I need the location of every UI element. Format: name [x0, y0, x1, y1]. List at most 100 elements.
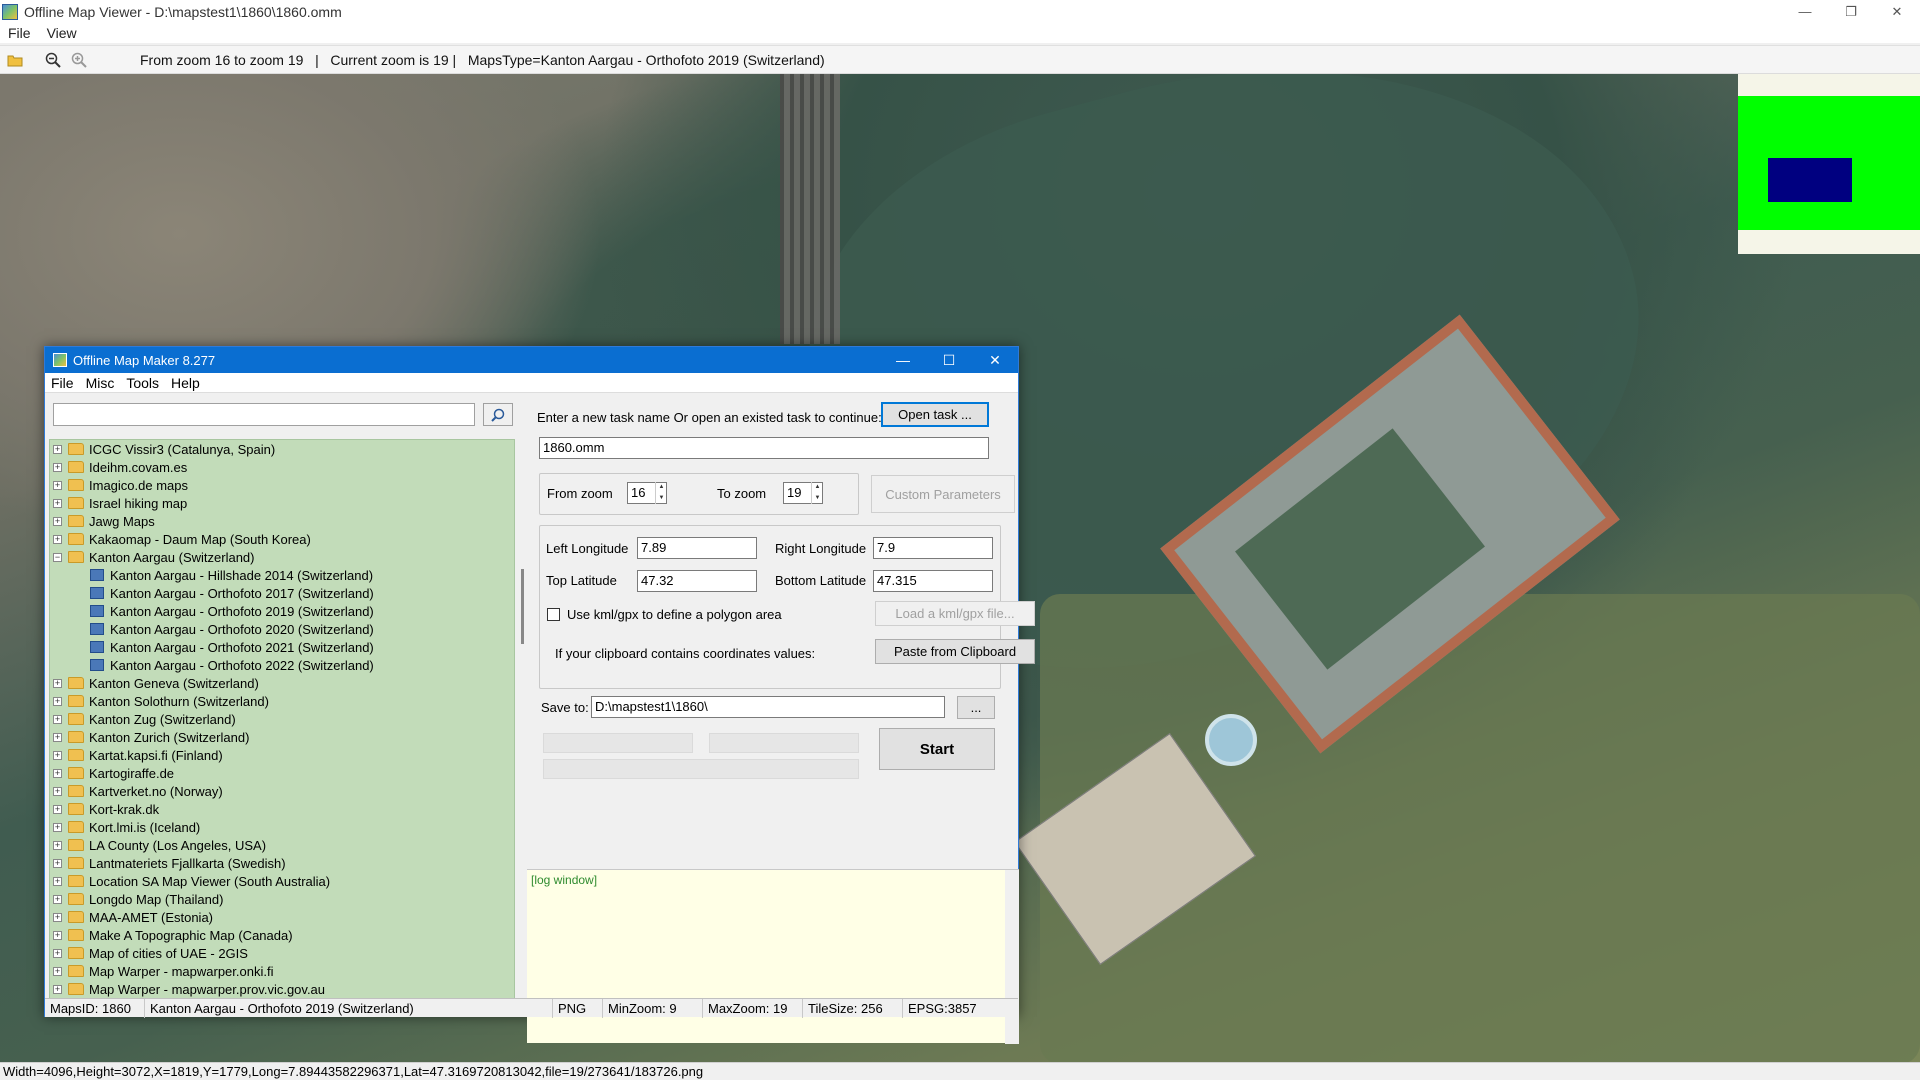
tree-item[interactable]: + Lantmateriets Fjallkarta (Swedish)	[50, 854, 514, 872]
tree-item[interactable]: + Imagico.de maps	[50, 476, 514, 494]
expand-icon[interactable]: +	[53, 858, 62, 868]
tree-item[interactable]: Kanton Aargau - Hillshade 2014 (Switzerl…	[50, 566, 514, 584]
tree-item[interactable]: + Kanton Solothurn (Switzerland)	[50, 692, 514, 710]
restore-icon[interactable]: ❐	[1828, 0, 1874, 23]
expand-icon[interactable]: +	[53, 840, 62, 850]
expand-icon[interactable]: +	[53, 534, 62, 544]
tree-item[interactable]: + MAA-AMET (Estonia)	[50, 908, 514, 926]
dialog-titlebar[interactable]: Offline Map Maker 8.277 — ☐ ✕	[45, 347, 1018, 373]
minimap[interactable]	[1738, 74, 1920, 254]
expand-icon[interactable]: +	[53, 930, 62, 940]
tree-item[interactable]: + ICGC Vissir3 (Catalunya, Spain)	[50, 440, 514, 458]
custom-parameters-button[interactable]: Custom Parameters	[871, 475, 1015, 513]
expand-icon[interactable]: +	[53, 768, 62, 778]
expand-icon[interactable]: +	[53, 444, 62, 454]
expand-icon[interactable]: +	[53, 516, 62, 526]
expand-icon[interactable]: +	[53, 948, 62, 958]
dialog-maximize-icon[interactable]: ☐	[926, 347, 972, 373]
tree-item[interactable]: + Location SA Map Viewer (South Australia…	[50, 872, 514, 890]
expand-icon[interactable]: +	[53, 696, 62, 706]
tree-item[interactable]: + Make A Topographic Map (Canada)	[50, 926, 514, 944]
expand-icon[interactable]: +	[53, 966, 62, 976]
minimize-icon[interactable]: —	[1782, 0, 1828, 23]
expand-icon[interactable]: +	[53, 498, 62, 508]
search-button[interactable]	[483, 403, 513, 426]
tree-item[interactable]: + Map Warper - mapwarper.prov.vic.gov.au	[50, 980, 514, 998]
zoom-in-icon[interactable]	[68, 49, 90, 71]
tree-item[interactable]: Kanton Aargau - Orthofoto 2020 (Switzerl…	[50, 620, 514, 638]
dialog-menu-file[interactable]: File	[45, 375, 80, 391]
tree-item[interactable]: + Kanton Geneva (Switzerland)	[50, 674, 514, 692]
expand-icon[interactable]: +	[53, 678, 62, 688]
left-longitude-field[interactable]: 7.89	[637, 537, 757, 559]
expand-icon[interactable]: +	[53, 714, 62, 724]
dialog-menu-help[interactable]: Help	[165, 375, 206, 391]
tree-item[interactable]: + Kort.lmi.is (Iceland)	[50, 818, 514, 836]
tree-item-label: Kanton Solothurn (Switzerland)	[89, 693, 269, 709]
tree-item[interactable]: + Kanton Zurich (Switzerland)	[50, 728, 514, 746]
tree-item[interactable]: + Ideihm.covam.es	[50, 458, 514, 476]
tree-item[interactable]: + Jawg Maps	[50, 512, 514, 530]
tree-item-label: Lantmateriets Fjallkarta (Swedish)	[89, 855, 286, 871]
expand-icon[interactable]: +	[53, 462, 62, 472]
expand-icon[interactable]: +	[53, 894, 62, 904]
menu-view[interactable]: View	[39, 25, 85, 41]
expand-icon[interactable]: +	[53, 804, 62, 814]
expand-icon[interactable]: +	[53, 750, 62, 760]
zoom-status-text: From zoom 16 to zoom 19 | Current zoom i…	[140, 51, 825, 68]
browse-button[interactable]: ...	[957, 696, 995, 719]
open-task-button[interactable]: Open task ...	[881, 402, 989, 427]
tree-scrollbar[interactable]	[520, 439, 527, 999]
tree-item[interactable]: Kanton Aargau - Orthofoto 2019 (Switzerl…	[50, 602, 514, 620]
close-icon[interactable]: ✕	[1874, 0, 1920, 23]
to-zoom-spinner[interactable]: ▲ ▼	[811, 482, 823, 504]
menu-file[interactable]: File	[0, 25, 39, 41]
from-zoom-spinner[interactable]: ▲ ▼	[655, 482, 667, 504]
tree-scrollbar-thumb[interactable]	[521, 569, 524, 644]
tree-item[interactable]: + Israel hiking map	[50, 494, 514, 512]
tree-item[interactable]: Kanton Aargau - Orthofoto 2022 (Switzerl…	[50, 656, 514, 674]
tree-item[interactable]: + Kort-krak.dk	[50, 800, 514, 818]
top-latitude-field[interactable]: 47.32	[637, 570, 757, 592]
tree-item[interactable]: − Kanton Aargau (Switzerland)	[50, 548, 514, 566]
expand-icon[interactable]: +	[53, 480, 62, 490]
kml-polygon-checkbox[interactable]	[547, 608, 560, 621]
tree-item[interactable]: + Kakaomap - Daum Map (South Korea)	[50, 530, 514, 548]
tree-item[interactable]: Kanton Aargau - Orthofoto 2021 (Switzerl…	[50, 638, 514, 656]
expand-icon[interactable]: +	[53, 822, 62, 832]
dialog-menu-tools[interactable]: Tools	[120, 375, 165, 391]
tree-item[interactable]: + Kartat.kapsi.fi (Finland)	[50, 746, 514, 764]
dialog-menu-misc[interactable]: Misc	[80, 375, 121, 391]
log-scrollbar[interactable]	[1005, 870, 1019, 1044]
collapse-icon[interactable]: −	[53, 552, 62, 562]
folder-icon	[68, 533, 84, 545]
dialog-close-icon[interactable]: ✕	[972, 347, 1018, 373]
expand-icon[interactable]: +	[53, 732, 62, 742]
tree-item[interactable]: Kanton Aargau - Orthofoto 2017 (Switzerl…	[50, 584, 514, 602]
start-button[interactable]: Start	[879, 728, 995, 770]
load-kml-button[interactable]: Load a kml/gpx file...	[875, 601, 1035, 626]
open-folder-icon[interactable]	[4, 49, 26, 71]
zoom-out-icon[interactable]	[42, 49, 64, 71]
expand-icon[interactable]: +	[53, 876, 62, 886]
right-longitude-field[interactable]: 7.9	[873, 537, 993, 559]
save-path-field[interactable]: D:\mapstest1\1860\	[591, 696, 945, 718]
tree-item[interactable]: + Longdo Map (Thailand)	[50, 890, 514, 908]
tree-item[interactable]: + Kanton Zug (Switzerland)	[50, 710, 514, 728]
map-layer-icon	[90, 587, 104, 599]
tree-item[interactable]: + Kartogiraffe.de	[50, 764, 514, 782]
search-input[interactable]	[53, 403, 475, 426]
expand-icon[interactable]: +	[53, 912, 62, 922]
tree-item[interactable]: + Map of cities of UAE - 2GIS	[50, 944, 514, 962]
dialog-minimize-icon[interactable]: —	[880, 347, 926, 373]
tree-item[interactable]: + Kartverket.no (Norway)	[50, 782, 514, 800]
task-name-field[interactable]: 1860.omm	[539, 437, 989, 459]
paste-from-clipboard-button[interactable]: Paste from Clipboard	[875, 639, 1035, 664]
expand-icon[interactable]: +	[53, 984, 62, 994]
tree-item[interactable]: + LA County (Los Angeles, USA)	[50, 836, 514, 854]
map-source-tree[interactable]: + ICGC Vissir3 (Catalunya, Spain) + Ideihm.…	[49, 439, 515, 999]
expand-icon[interactable]: +	[53, 786, 62, 796]
folder-icon	[68, 857, 84, 869]
tree-item[interactable]: + Map Warper - mapwarper.onki.fi	[50, 962, 514, 980]
bottom-latitude-field[interactable]: 47.315	[873, 570, 993, 592]
